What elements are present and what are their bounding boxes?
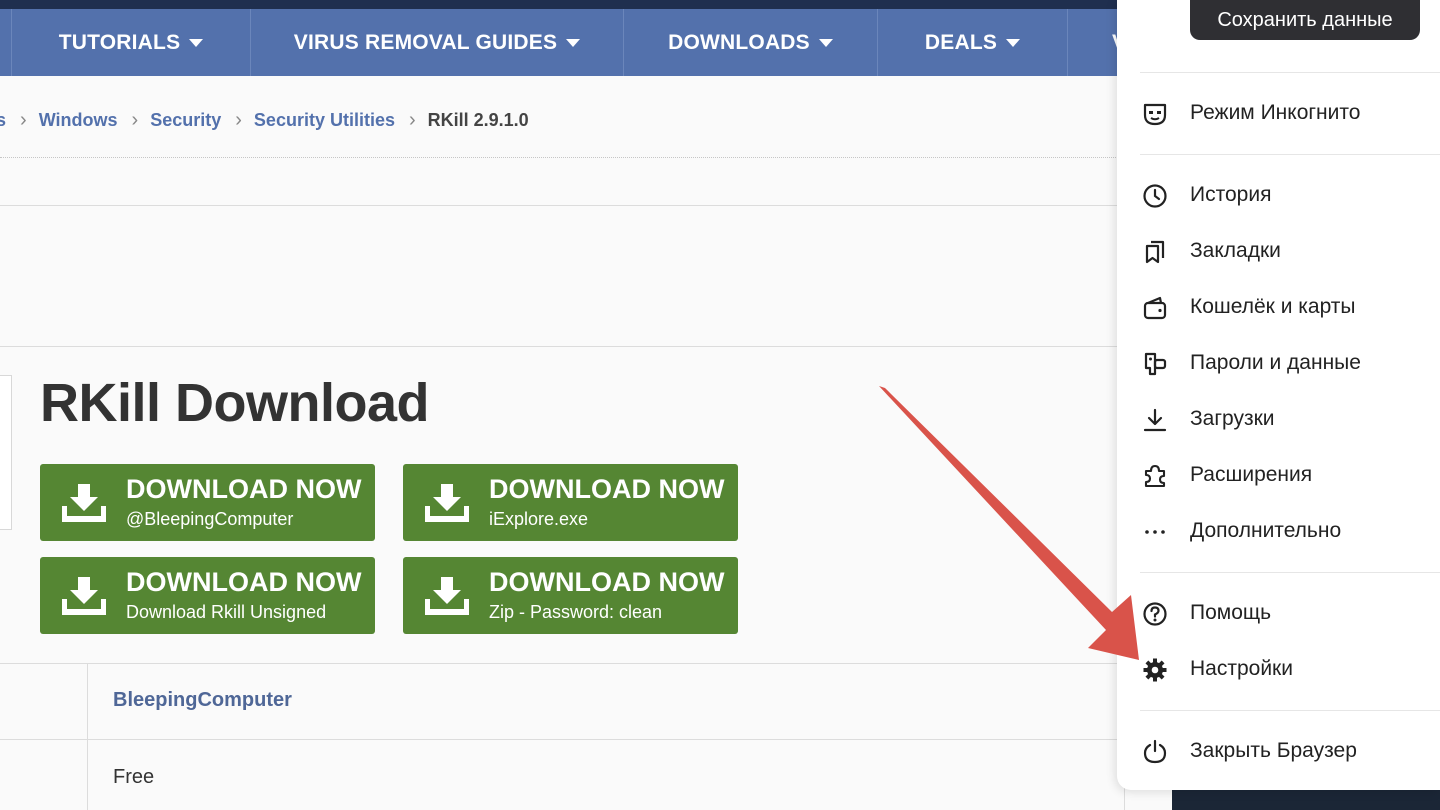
divider — [0, 157, 1118, 158]
nav-item-deals[interactable]: DEALS — [878, 9, 1068, 76]
breadcrumb-windows[interactable]: Windows — [39, 110, 118, 131]
puzzle-icon — [1144, 464, 1166, 488]
menu-item-label: Помощь — [1190, 601, 1272, 624]
caret-down-icon — [189, 38, 204, 47]
divider — [0, 346, 1118, 347]
menu-divider — [1140, 710, 1440, 711]
menu-item-more[interactable]: Дополнительно — [1117, 509, 1440, 553]
menu-item-settings[interactable]: Настройки — [1117, 647, 1440, 691]
chevron-right-icon: › — [131, 108, 139, 131]
menu-divider — [1140, 154, 1440, 155]
browser-menu: Сохранить данные Режим Инкогнито История… — [1117, 0, 1440, 790]
divider — [0, 205, 1118, 206]
table-row-border — [0, 663, 1125, 664]
key-icon — [1144, 352, 1167, 376]
license-value: Free — [113, 766, 155, 788]
download-source: Download Rkill Unsigned — [126, 602, 327, 622]
breadcrumb-security-utilities[interactable]: Security Utilities — [254, 110, 395, 131]
nav-item-downloads[interactable]: DOWNLOADS — [624, 9, 878, 76]
menu-item-label: Закладки — [1190, 239, 1281, 262]
download-icon — [1143, 408, 1167, 432]
caret-down-icon — [818, 38, 833, 47]
menu-item-wallet[interactable]: Кошелёк и карты — [1117, 285, 1440, 329]
download-button-label: DOWNLOAD NOW — [126, 567, 362, 597]
chevron-right-icon: › — [408, 108, 416, 131]
nav-item-virus-removal-guides[interactable]: VIRUS REMOVAL GUIDES — [251, 9, 624, 76]
nav-spacer — [0, 9, 12, 76]
power-icon — [1143, 739, 1167, 764]
download-icon — [62, 577, 106, 615]
wallet-icon — [1143, 296, 1167, 320]
menu-item-label: История — [1190, 183, 1272, 206]
download-button-label: DOWNLOAD NOW — [489, 474, 725, 504]
caret-down-icon — [566, 38, 581, 47]
menu-divider — [1140, 72, 1440, 73]
menu-item-label: Режим Инкогнито — [1190, 101, 1361, 124]
menu-item-label: Загрузки — [1190, 407, 1275, 430]
menu-item-close-browser[interactable]: Закрыть Браузер — [1117, 729, 1440, 773]
chevron-right-icon: › — [235, 108, 242, 131]
menu-item-label: Настройки — [1190, 657, 1293, 680]
download-button-bleepingcomputer[interactable]: DOWNLOAD NOW @BleepingComputer — [40, 464, 375, 541]
download-button-zip[interactable]: DOWNLOAD NOW Zip - Password: clean — [403, 557, 738, 634]
menu-item-passwords[interactable]: Пароли и данные — [1117, 341, 1440, 385]
menu-item-extensions[interactable]: Расширения — [1117, 453, 1440, 497]
gear-icon — [1143, 658, 1167, 682]
download-icon — [425, 484, 469, 522]
incognito-icon — [1143, 103, 1167, 126]
breadcrumb-current: RKill 2.9.1.0 — [427, 109, 529, 130]
publisher-link[interactable]: BleepingComputer — [113, 689, 292, 712]
breadcrumb-security[interactable]: Security — [150, 110, 221, 131]
menu-item-help[interactable]: Помощь — [1117, 591, 1440, 635]
menu-item-label: Дополнительно — [1190, 519, 1342, 542]
table-column-border — [87, 663, 88, 810]
menu-item-bookmarks[interactable]: Закладки — [1117, 229, 1440, 273]
nav-label: TUTORIALS — [58, 30, 181, 54]
menu-item-history[interactable]: История — [1117, 173, 1440, 217]
menu-item-label: Пароли и данные — [1190, 351, 1361, 374]
nav-label: DEALS — [924, 30, 998, 54]
menu-item-label: Расширения — [1190, 463, 1313, 486]
download-button-unsigned[interactable]: DOWNLOAD NOW Download Rkill Unsigned — [40, 557, 375, 634]
download-icon — [62, 484, 106, 522]
help-icon — [1143, 602, 1167, 626]
product-image-box — [0, 375, 12, 530]
download-button-label: DOWNLOAD NOW — [126, 474, 362, 504]
clock-icon — [1143, 184, 1167, 208]
nav-label: VIRUS REMOVAL GUIDES — [293, 30, 558, 54]
nav-item-tutorials[interactable]: TUTORIALS — [12, 9, 251, 76]
more-icon — [1145, 530, 1165, 534]
download-icon — [425, 577, 469, 615]
menu-item-label: Закрыть Браузер — [1190, 739, 1357, 762]
download-source: @BleepingComputer — [126, 509, 294, 529]
breadcrumb-partial[interactable]: s — [0, 110, 6, 131]
page-title: RKill Download — [40, 373, 429, 433]
download-source: Zip - Password: clean — [489, 602, 663, 622]
breadcrumb: s › Windows › Security › Security Utilit… — [0, 100, 529, 140]
save-data-button[interactable]: Сохранить данные — [1190, 0, 1420, 40]
bookmarks-icon — [1145, 240, 1165, 264]
download-source: iExplore.exe — [489, 509, 589, 529]
caret-down-icon — [1006, 38, 1021, 47]
download-button-label: DOWNLOAD NOW — [489, 567, 725, 597]
menu-item-label: Кошелёк и карты — [1190, 295, 1356, 318]
chevron-right-icon: › — [20, 108, 27, 131]
menu-item-incognito[interactable]: Режим Инкогнито — [1117, 91, 1440, 135]
nav-label: DOWNLOADS — [668, 30, 810, 54]
menu-item-downloads[interactable]: Загрузки — [1117, 397, 1440, 441]
menu-divider — [1140, 572, 1440, 573]
table-row-border — [0, 739, 1125, 740]
download-button-iexplore[interactable]: DOWNLOAD NOW iExplore.exe — [403, 464, 738, 541]
